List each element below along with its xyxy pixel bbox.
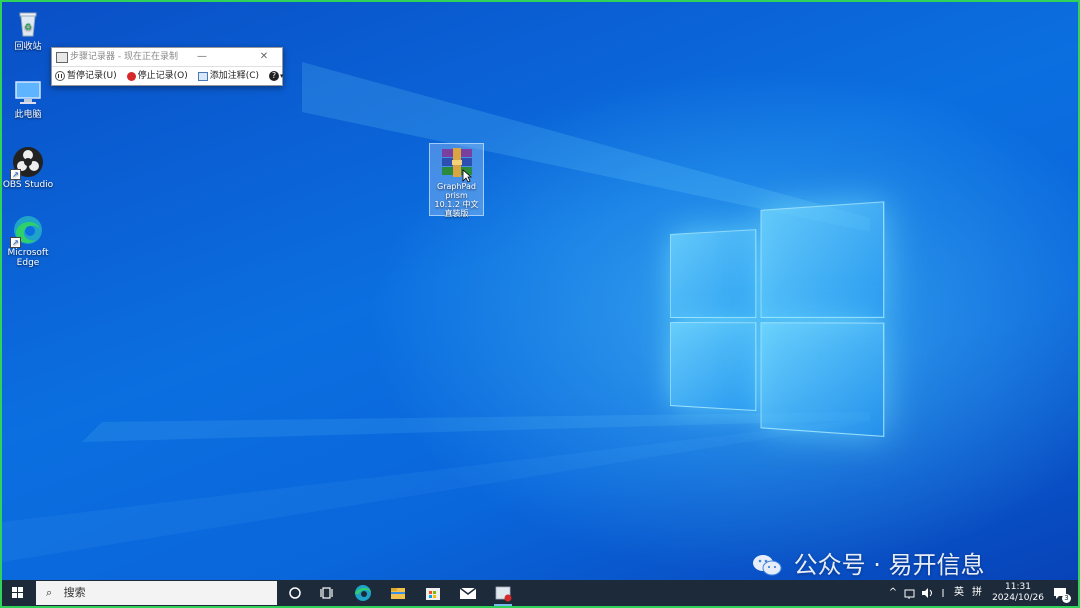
desktop-icon-recycle-bin[interactable]: ♻ 回收站 bbox=[2, 8, 54, 52]
tray-unknown-icon bbox=[942, 589, 944, 597]
desktop-icon-label: Microsoft Edge bbox=[7, 248, 49, 268]
this-pc-icon bbox=[12, 76, 44, 108]
desktop-icon-label: 回收站 bbox=[14, 42, 42, 52]
stop-record-button[interactable]: 停止记录(O) bbox=[124, 67, 191, 85]
windows-logo-wallpaper bbox=[670, 201, 885, 438]
taskbar-mail[interactable] bbox=[453, 580, 483, 606]
recycle-bin-icon: ♻ bbox=[12, 8, 44, 40]
tray-divider bbox=[938, 580, 948, 606]
steps-recorder-icon bbox=[495, 586, 512, 602]
ime-mode-button[interactable]: 拼 bbox=[970, 580, 984, 606]
notification-count-badge: 3 bbox=[1062, 594, 1071, 603]
comment-icon bbox=[197, 71, 208, 81]
steps-recorder-toolbar: 暂停记录(U) 停止记录(O) 添加注释(C) ? ▾ bbox=[52, 66, 284, 85]
action-center-button[interactable]: 3 bbox=[1050, 580, 1072, 606]
obs-icon: ↗ bbox=[10, 146, 44, 180]
cortana-circle-icon bbox=[289, 587, 301, 599]
desktop-icon-microsoft-edge[interactable]: ↗ Microsoft Edge bbox=[2, 214, 54, 268]
edge-icon: ↗ bbox=[10, 214, 44, 248]
steps-recorder-title: 步骤记录器 - 现在正在录制 bbox=[70, 52, 178, 62]
network-icon bbox=[904, 589, 915, 599]
desktop-icon-label: 此电脑 bbox=[14, 110, 42, 120]
minimize-button[interactable]: — bbox=[188, 48, 216, 66]
chevron-down-icon: ▾ bbox=[280, 72, 284, 80]
tray-overflow-button[interactable]: ^ bbox=[886, 580, 900, 606]
wechat-icon bbox=[753, 555, 782, 576]
tray-volume[interactable] bbox=[919, 580, 935, 606]
desktop-file-label: GraphPad prism 10.1.2 中文直装版 bbox=[434, 182, 479, 218]
tray-network[interactable] bbox=[902, 580, 918, 606]
steps-recorder-app-icon bbox=[56, 52, 68, 63]
desktop-file-graphpad-archive[interactable]: GraphPad prism 10.1.2 中文直装版 bbox=[429, 143, 484, 218]
chevron-up-icon: ^ bbox=[888, 587, 898, 598]
mouse-cursor-icon bbox=[462, 169, 472, 183]
cortana-button[interactable] bbox=[280, 580, 310, 606]
taskbar-steps-recorder[interactable] bbox=[488, 580, 518, 606]
steps-recorder-window[interactable]: 步骤记录器 - 现在正在录制 — ✕ 暂停记录(U) 停止记录(O) 添加注释(… bbox=[51, 47, 284, 86]
desktop[interactable]: ♻ 回收站 此电脑 ↗ OBS Studio ↗ Microsoft Edge … bbox=[2, 2, 1078, 580]
taskbar: ⌕ 搜索 ^ 英 拼 11:31 2024/10/26 3 bbox=[2, 580, 1078, 606]
windows-start-icon bbox=[12, 587, 23, 598]
input-language-button[interactable]: 英 bbox=[952, 580, 966, 606]
taskbar-file-explorer[interactable] bbox=[383, 580, 413, 606]
search-icon: ⌕ bbox=[46, 586, 53, 599]
speaker-icon bbox=[922, 588, 932, 598]
desktop-icon-this-pc[interactable]: 此电脑 bbox=[2, 76, 54, 120]
start-button[interactable] bbox=[2, 580, 34, 606]
search-placeholder: 搜索 bbox=[63, 586, 86, 599]
help-dropdown-button[interactable]: ? ▾ bbox=[266, 67, 287, 85]
add-comment-button[interactable]: 添加注释(C) bbox=[195, 67, 262, 85]
clock-time: 11:31 bbox=[1005, 582, 1031, 592]
screen-frame: ♻ 回收站 此电脑 ↗ OBS Studio ↗ Microsoft Edge … bbox=[0, 0, 1080, 608]
watermark: 公众号 · 易开信息 bbox=[752, 547, 985, 580]
shortcut-arrow-icon: ↗ bbox=[10, 237, 21, 248]
taskbar-search-box[interactable]: ⌕ 搜索 bbox=[36, 581, 277, 605]
desktop-icon-label: OBS Studio bbox=[2, 180, 54, 190]
winrar-archive-icon bbox=[440, 147, 474, 183]
file-explorer-icon bbox=[391, 588, 405, 599]
pause-icon bbox=[55, 71, 65, 81]
mail-icon bbox=[459, 587, 477, 599]
wallpaper-beams bbox=[2, 62, 870, 562]
stop-icon bbox=[126, 71, 136, 81]
running-indicator bbox=[494, 604, 512, 606]
taskbar-edge[interactable] bbox=[348, 580, 378, 606]
clock-date: 2024/10/26 bbox=[992, 593, 1044, 603]
edge-icon bbox=[355, 585, 371, 601]
pause-record-button[interactable]: 暂停记录(U) bbox=[52, 67, 120, 85]
task-view-icon bbox=[320, 587, 333, 599]
steps-recorder-titlebar[interactable]: 步骤记录器 - 现在正在录制 — ✕ bbox=[52, 48, 282, 66]
shortcut-arrow-icon: ↗ bbox=[10, 169, 21, 180]
close-button[interactable]: ✕ bbox=[250, 48, 278, 66]
taskbar-clock[interactable]: 11:31 2024/10/26 bbox=[990, 580, 1046, 606]
taskbar-store[interactable] bbox=[418, 580, 448, 606]
svg-text:♻: ♻ bbox=[24, 23, 32, 33]
desktop-icon-obs-studio[interactable]: ↗ OBS Studio bbox=[2, 146, 54, 190]
store-icon bbox=[426, 588, 440, 600]
help-icon: ? bbox=[269, 71, 280, 81]
task-view-button[interactable] bbox=[312, 580, 342, 606]
